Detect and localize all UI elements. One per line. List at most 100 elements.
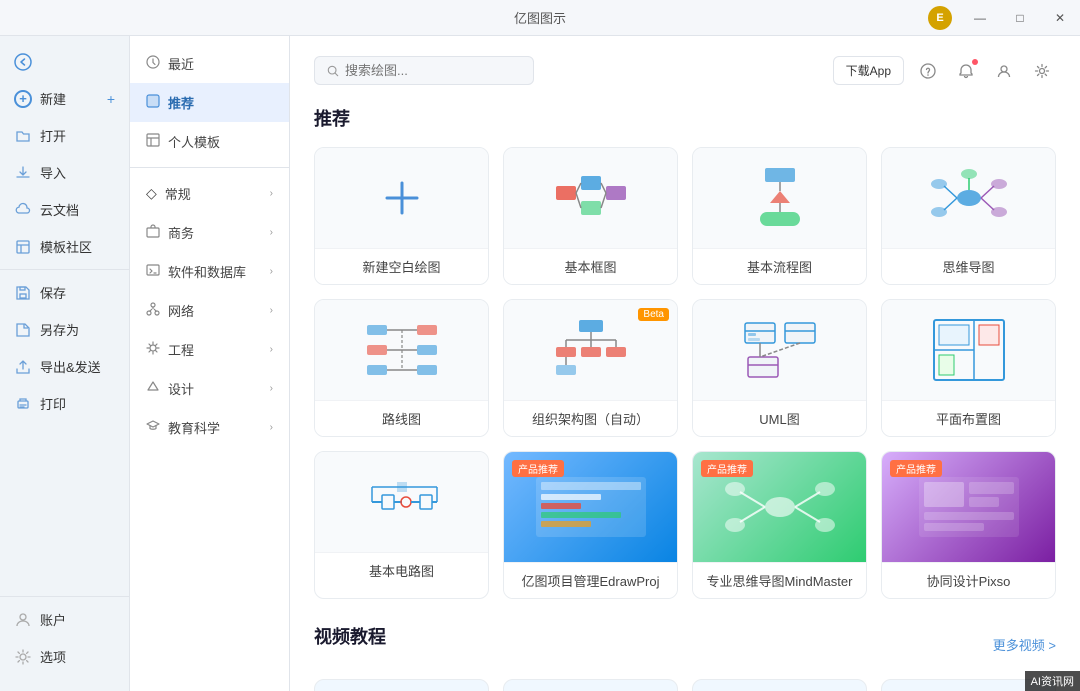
template-card-pixso[interactable]: 产品推荐 协同设计Pixso (881, 451, 1056, 599)
user-button[interactable] (990, 57, 1018, 85)
help-button[interactable] (914, 57, 942, 85)
sidebar-item-save[interactable]: 保存 (0, 274, 129, 311)
template-card-edrawproj[interactable]: 产品推荐 亿图项目管理EdrawProj (503, 451, 678, 599)
template-card-mindmap[interactable]: 思维导图 (881, 147, 1056, 285)
template-card-edrawproj-label: 亿图项目管理EdrawProj (504, 562, 677, 598)
nav-item-software[interactable]: 软件和数据库 › (130, 252, 289, 291)
nav-item-education[interactable]: 教育科学 › (130, 408, 289, 447)
minimize-button[interactable]: — (960, 0, 1000, 36)
nav-item-engineering[interactable]: 工程 › (130, 330, 289, 369)
nav-engineering-label: 工程 (168, 340, 194, 359)
sidebar-item-new[interactable]: + 新建 + (0, 80, 129, 117)
notification-badge (972, 59, 978, 65)
top-actions: 下载App (833, 56, 1056, 85)
template-card-circuit[interactable]: 基本电路图 (314, 451, 489, 599)
sidebar-divider-2 (0, 596, 129, 597)
window-controls: E — □ ✕ (928, 0, 1080, 36)
sidebar-item-export[interactable]: 导出&发送 (0, 348, 129, 385)
main-layout: + 新建 + 打开 导入 (0, 36, 1080, 691)
settings-button[interactable] (1028, 57, 1056, 85)
nav-item-recent[interactable]: 最近 (130, 44, 289, 83)
template-card-uml[interactable]: UML图 (692, 299, 867, 437)
template-card-mindmaster[interactable]: 产品推荐 专业思维导图MindMaster (692, 451, 867, 599)
sidebar-saveas-label: 另存为 (40, 320, 79, 339)
app-title: 亿图图示 (514, 8, 566, 27)
sidebar-save-label: 保存 (40, 283, 66, 302)
network-chevron-icon: › (270, 305, 273, 316)
sidebar-item-import[interactable]: 导入 (0, 154, 129, 191)
template-card-blank-image (315, 148, 488, 248)
template-card-basic-frame[interactable]: 基本框图 (503, 147, 678, 285)
import-icon (14, 164, 32, 182)
nav-item-network[interactable]: 网络 › (130, 291, 289, 330)
template-card-route[interactable]: 路线图 (314, 299, 489, 437)
template-card-org-label: 组织架构图（自动） (504, 400, 677, 436)
product-badge-pixso: 产品推荐 (890, 460, 942, 477)
video-card-1[interactable] (314, 679, 489, 691)
nav-item-design[interactable]: 设计 › (130, 369, 289, 408)
sidebar-options-label: 选项 (40, 647, 66, 666)
back-button[interactable] (0, 44, 129, 80)
help-icon (920, 63, 936, 79)
template-card-blank[interactable]: 新建空白绘图 (314, 147, 489, 285)
engineering-chevron-icon: › (270, 344, 273, 355)
more-videos-link[interactable]: 更多视频 > (993, 635, 1056, 654)
product-badge-edrawproj: 产品推荐 (512, 460, 564, 477)
nav-general-label: 常规 (165, 184, 191, 203)
template-card-flowchart-image (693, 148, 866, 248)
video-card-2[interactable] (503, 679, 678, 691)
sidebar-item-template[interactable]: 模板社区 (0, 228, 129, 265)
sidebar-bottom: 账户 选项 (0, 592, 129, 683)
content-area: 下载App (290, 36, 1080, 691)
software-icon (146, 263, 160, 280)
sidebar-item-open[interactable]: 打开 (0, 117, 129, 154)
template-card-route-image (315, 300, 488, 400)
sidebar-export-label: 导出&发送 (40, 357, 101, 376)
nav-item-recommend[interactable]: 推荐 (130, 83, 289, 122)
sidebar-item-print[interactable]: 打印 (0, 385, 129, 422)
design-icon (146, 380, 160, 397)
close-button[interactable]: ✕ (1040, 0, 1080, 36)
avatar[interactable]: E (928, 6, 952, 30)
maximize-button[interactable]: □ (1000, 0, 1040, 36)
sidebar-item-cloud[interactable]: 云文档 (0, 191, 129, 228)
template-card-org[interactable]: Beta 组织架构 (503, 299, 678, 437)
template-card-floor[interactable]: 平面布置图 (881, 299, 1056, 437)
template-card-blank-label: 新建空白绘图 (315, 248, 488, 284)
search-icon (327, 64, 339, 78)
search-box[interactable] (314, 56, 534, 85)
recent-icon (146, 55, 160, 72)
search-input[interactable] (345, 63, 521, 78)
business-chevron-icon: › (270, 227, 273, 238)
software-chevron-icon: › (270, 266, 273, 277)
sidebar-account-label: 账户 (40, 610, 66, 629)
beta-badge: Beta (638, 308, 669, 321)
nav-item-business[interactable]: 商务 › (130, 213, 289, 252)
nav-design-label: 设计 (168, 379, 194, 398)
print-icon (14, 395, 32, 413)
download-app-button[interactable]: 下载App (833, 56, 904, 85)
back-icon (14, 53, 32, 71)
sidebar-item-options[interactable]: 选项 (0, 638, 129, 675)
template-card-route-label: 路线图 (315, 400, 488, 436)
sidebar-top: + 新建 + 打开 导入 (0, 44, 129, 592)
template-grid: 新建空白绘图 基本框图 (314, 147, 1056, 599)
save-icon (14, 284, 32, 302)
template-card-uml-label: UML图 (693, 400, 866, 436)
nav-item-personal[interactable]: 个人模板 (130, 122, 289, 161)
sidebar-divider-1 (0, 269, 129, 270)
sidebar-item-saveas[interactable]: 另存为 (0, 311, 129, 348)
cloud-icon (14, 201, 32, 219)
new-plus-icon: + (14, 90, 32, 108)
template-card-uml-image (693, 300, 866, 400)
notification-button[interactable] (952, 57, 980, 85)
nav-panel: 最近 推荐 (130, 36, 290, 691)
template-card-floor-label: 平面布置图 (882, 400, 1055, 436)
video-grid (314, 679, 1056, 691)
sidebar-item-account[interactable]: 账户 (0, 601, 129, 638)
engineering-icon (146, 341, 160, 358)
template-card-flowchart[interactable]: 基本流程图 (692, 147, 867, 285)
product-badge-mindmaster: 产品推荐 (701, 460, 753, 477)
nav-item-general[interactable]: ◇ 常规 › (130, 174, 289, 213)
video-card-3[interactable] (692, 679, 867, 691)
